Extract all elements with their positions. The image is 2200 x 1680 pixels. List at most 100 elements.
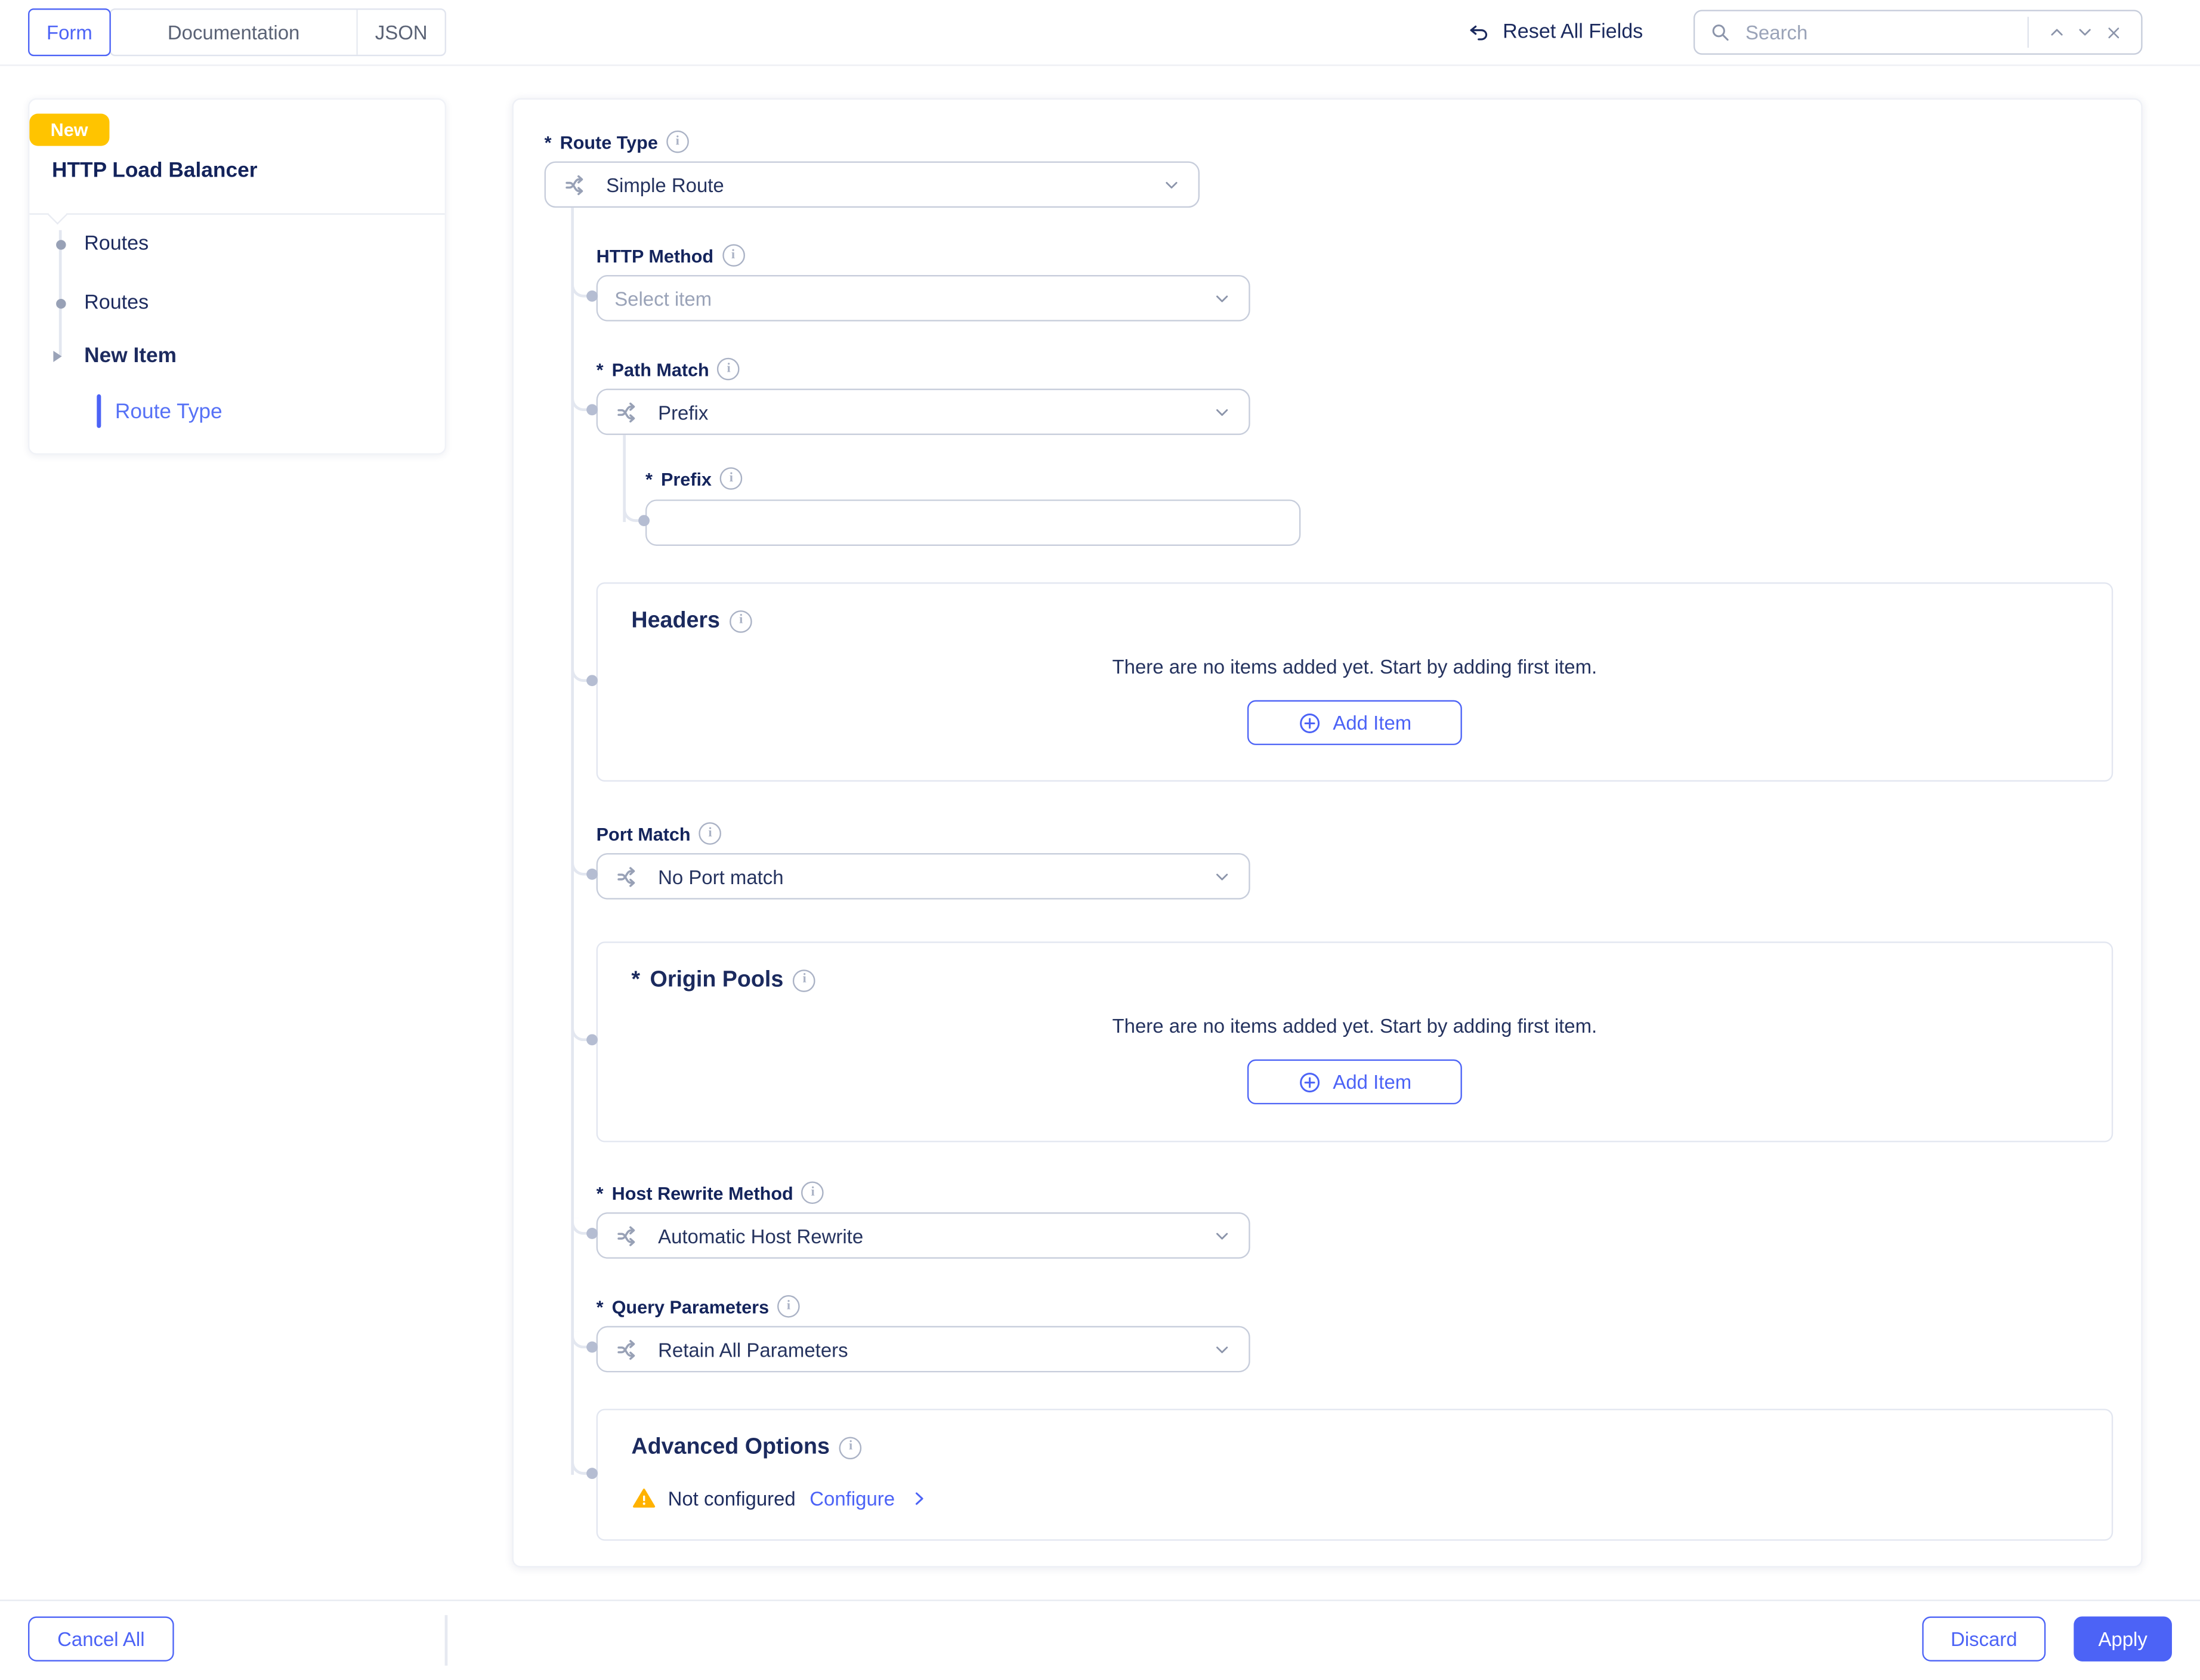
route-form-card: * Route Type Simple Route HTTP Method [512, 98, 2142, 1568]
path-match-value: Prefix [658, 401, 708, 424]
info-icon[interactable] [720, 467, 743, 490]
footer-action-bar: Cancel All Discard Apply [0, 1600, 2200, 1680]
footer-divider [445, 1616, 448, 1666]
search-divider [2027, 17, 2029, 48]
new-status-badge: New [29, 114, 109, 146]
undo-icon [1466, 20, 1490, 44]
required-marker: * [645, 468, 653, 489]
chevron-right-icon [909, 1489, 929, 1509]
route-split-icon [614, 398, 642, 426]
configure-link[interactable]: Configure [809, 1487, 895, 1510]
sidebar-item-routes-1[interactable]: Routes [84, 233, 149, 255]
info-icon[interactable] [718, 358, 740, 381]
object-tree-panel: New HTTP Load Balancer Routes Routes New… [28, 98, 446, 455]
chevron-down-icon [1212, 1226, 1232, 1246]
search-close-icon[interactable] [2099, 16, 2127, 49]
top-toolbar: Form Documentation JSON Reset All Fields [0, 0, 2200, 66]
host-rewrite-value: Automatic Host Rewrite [658, 1224, 863, 1247]
tree-bullet-icon [55, 298, 65, 308]
headers-title-row: Headers [631, 606, 2078, 635]
discard-button[interactable]: Discard [1922, 1617, 2045, 1662]
info-icon[interactable] [839, 1436, 862, 1459]
connector-elbow [571, 1458, 591, 1475]
required-marker: * [545, 131, 552, 152]
prefix-input[interactable] [645, 499, 1300, 546]
info-icon[interactable] [666, 131, 689, 153]
host-rewrite-label: Host Rewrite Method [612, 1182, 793, 1203]
port-match-value: No Port match [658, 865, 783, 888]
host-rewrite-select[interactable]: Automatic Host Rewrite [597, 1212, 1250, 1259]
advanced-options-title-row: Advanced Options [631, 1432, 2078, 1462]
plus-circle-icon [1298, 711, 1322, 734]
tab-documentation[interactable]: Documentation [111, 10, 358, 54]
headers-title: Headers [631, 606, 720, 635]
prefix-label-row: * Prefix [645, 469, 2111, 489]
required-marker: * [597, 1182, 604, 1203]
search-input[interactable] [1742, 20, 2018, 45]
query-parameters-label-row: * Query Parameters [597, 1296, 2111, 1316]
chevron-down-icon [1212, 1339, 1232, 1359]
search-next-chevron-down-icon[interactable] [2071, 16, 2099, 49]
origin-pools-section: * Origin Pools There are no items added … [597, 941, 2114, 1142]
search-icon [1709, 21, 1732, 44]
sidebar-item-routes-2[interactable]: Routes [84, 292, 149, 314]
info-icon[interactable] [699, 822, 722, 845]
route-type-value: Simple Route [606, 173, 724, 196]
route-type-label: Route Type [560, 131, 658, 152]
connector-elbow [571, 1024, 591, 1041]
connector-elbow [571, 1218, 591, 1235]
tab-form[interactable]: Form [28, 8, 111, 56]
path-match-label-row: * Path Match [597, 359, 2111, 379]
info-icon[interactable] [793, 969, 816, 992]
search-box [1694, 10, 2143, 54]
sidebar-divider-notch [48, 205, 67, 224]
route-editor-page: Form Documentation JSON Reset All Fields [0, 0, 2200, 1680]
query-parameters-value: Retain All Parameters [658, 1338, 848, 1361]
info-icon[interactable] [802, 1181, 824, 1204]
sidebar-item-new-item[interactable]: New Item [84, 344, 177, 368]
connector-elbow [571, 665, 591, 682]
advanced-options-status-row: Not configured Configure [631, 1486, 2078, 1511]
warning-icon [631, 1486, 656, 1511]
apply-button[interactable]: Apply [2074, 1617, 2172, 1662]
headers-add-item-label: Add Item [1333, 711, 1411, 734]
route-split-icon [563, 171, 591, 199]
http-method-select[interactable]: Select item [597, 275, 1250, 322]
plus-circle-icon [1298, 1070, 1322, 1094]
chevron-down-icon [1161, 175, 1181, 194]
http-method-label: HTTP Method [597, 245, 713, 265]
query-parameters-select[interactable]: Retain All Parameters [597, 1326, 1250, 1373]
path-match-select[interactable]: Prefix [597, 389, 1250, 436]
reset-all-fields-button[interactable]: Reset All Fields [1466, 20, 1643, 44]
sidebar-item-route-type[interactable]: Route Type [115, 400, 223, 424]
origin-pools-empty-text: There are no items added yet. Start by a… [631, 1015, 2078, 1037]
active-item-indicator [97, 394, 101, 428]
view-tabs: Form Documentation JSON [28, 8, 446, 56]
headers-add-item-button[interactable]: Add Item [1247, 700, 1462, 745]
port-match-select[interactable]: No Port match [597, 853, 1250, 900]
tab-json[interactable]: JSON [358, 10, 445, 54]
host-rewrite-label-row: * Host Rewrite Method [597, 1183, 2111, 1203]
prefix-label: Prefix [661, 468, 712, 489]
chevron-down-icon [1212, 402, 1232, 422]
info-icon[interactable] [777, 1295, 800, 1318]
connector-elbow [571, 1332, 591, 1348]
advanced-options-title: Advanced Options [631, 1432, 829, 1462]
origin-pools-add-item-button[interactable]: Add Item [1247, 1060, 1462, 1104]
info-icon[interactable] [730, 610, 752, 632]
connector-elbow [571, 858, 591, 875]
route-split-icon [614, 1335, 642, 1363]
route-type-select[interactable]: Simple Route [545, 161, 1200, 208]
route-split-icon [614, 1221, 642, 1249]
sidebar-divider [29, 214, 444, 215]
info-icon[interactable] [722, 244, 744, 267]
path-match-label: Path Match [612, 359, 709, 379]
tree-bullet-icon [55, 239, 65, 249]
connector-elbow [571, 280, 591, 297]
search-prev-chevron-up-icon[interactable] [2043, 16, 2071, 49]
chevron-down-icon [1212, 866, 1232, 886]
advanced-options-status: Not configured [668, 1487, 796, 1510]
tree-caret-right-icon [53, 350, 61, 362]
port-match-label-row: Port Match [597, 824, 2111, 844]
cancel-all-button[interactable]: Cancel All [28, 1617, 174, 1662]
